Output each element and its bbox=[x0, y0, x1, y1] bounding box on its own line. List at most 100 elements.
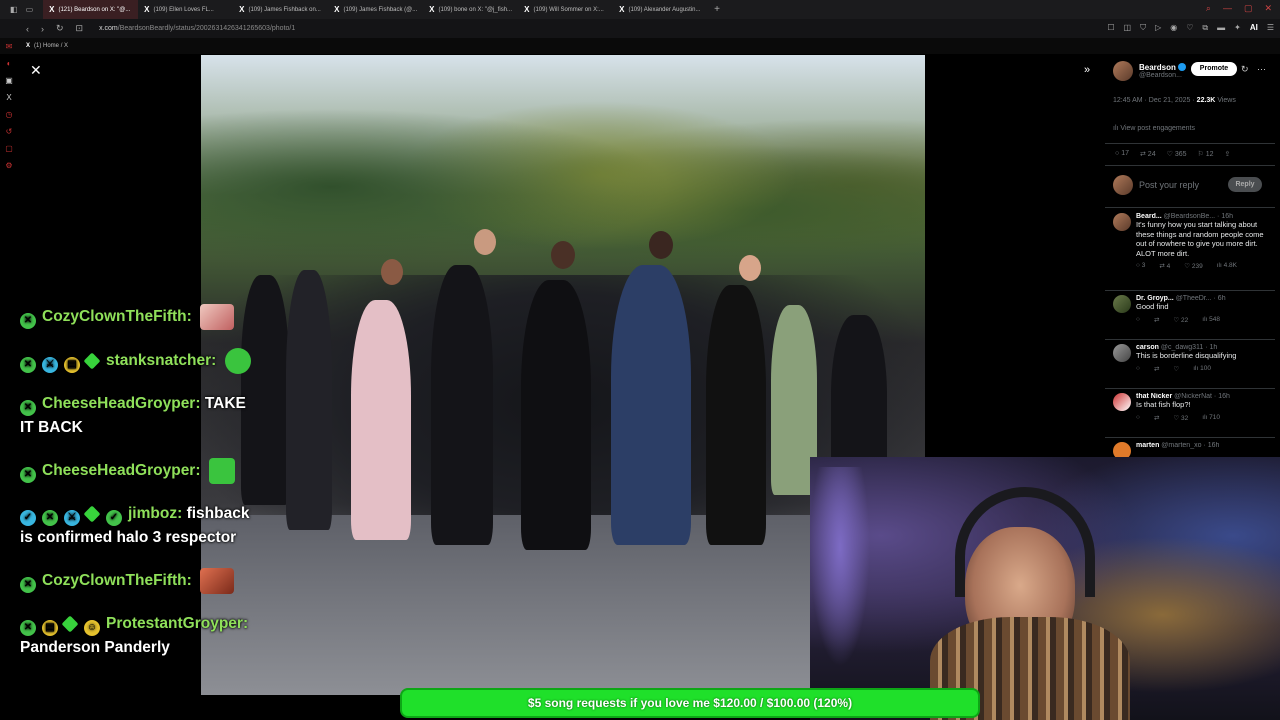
chat-user: CozyClownTheFifth: bbox=[42, 308, 192, 326]
tab-1[interactable]: X (121) Beardson on X: "@... bbox=[43, 0, 139, 19]
extension-toolbar: ☐ ◫ ⛉ ▷ ◉ ♡ ⧉ ▬ ✦ AI ☰ bbox=[1107, 23, 1274, 33]
avatar[interactable] bbox=[1113, 61, 1133, 81]
chat-message: ✓ ✕ ⚔ ✓ jimboz: fishback is confirmed halo 3… bbox=[20, 502, 260, 550]
messenger-icon[interactable]: ◐ bbox=[7, 59, 12, 68]
like-action[interactable]: ♡ bbox=[1173, 365, 1179, 373]
reply-item[interactable]: Beard... @BeardsonBe... · 16h It's funny… bbox=[1113, 213, 1271, 270]
like-action[interactable]: ♡ 239 bbox=[1184, 262, 1203, 270]
camera-icon[interactable]: ◉ bbox=[1170, 23, 1177, 33]
emote-icon bbox=[200, 304, 235, 330]
ai-button[interactable]: AI bbox=[1250, 23, 1258, 33]
reply-action[interactable]: ○ bbox=[1136, 414, 1140, 422]
tab-4[interactable]: X (109) James Fishback (@... bbox=[328, 0, 423, 19]
forward-icon[interactable]: › bbox=[41, 24, 44, 34]
like-action[interactable]: ♡ 365 bbox=[1167, 150, 1187, 158]
heart-icon[interactable]: ♡ bbox=[1186, 23, 1193, 33]
vpn-icon[interactable]: ▬ bbox=[1217, 23, 1225, 33]
settings-icon[interactable]: ⚙ bbox=[5, 161, 12, 170]
views-action[interactable]: ılı 548 bbox=[1202, 316, 1220, 324]
repost-action[interactable]: ⇄ 24 bbox=[1140, 150, 1156, 158]
reply-action[interactable]: ○ 17 bbox=[1115, 150, 1129, 158]
url-path: /BeardsonBeardly/status/2002631426341265… bbox=[117, 25, 296, 32]
play-icon[interactable]: ▷ bbox=[1155, 23, 1161, 33]
reply-item[interactable]: that Nicker @NickerNat · 16h Is that fis… bbox=[1113, 393, 1271, 422]
repost-action[interactable]: ⇄ bbox=[1154, 316, 1159, 324]
tab-5[interactable]: X (109) bone on X: "@j_fish... bbox=[423, 0, 518, 19]
shield-icon[interactable]: ⛉ bbox=[1140, 23, 1146, 33]
tab-label: (109) Ellen Loves FL... bbox=[153, 6, 214, 13]
close-window-icon[interactable]: ✕ bbox=[1264, 3, 1272, 14]
url-field[interactable]: x.com/BeardsonBeardly/status/20026314263… bbox=[99, 25, 295, 32]
share-icon[interactable]: ⇪ bbox=[1225, 150, 1231, 158]
repost-action[interactable]: ⇄ 4 bbox=[1159, 262, 1170, 270]
search-icon[interactable]: ⌕ bbox=[1206, 3, 1211, 14]
more-icon[interactable]: ⋯ bbox=[1257, 64, 1266, 75]
views-action[interactable]: ılı 4.8K bbox=[1217, 262, 1237, 270]
promote-button[interactable]: Promote bbox=[1191, 62, 1237, 76]
divider bbox=[1105, 339, 1275, 340]
photo-person bbox=[431, 265, 493, 545]
divider bbox=[1105, 207, 1275, 208]
maximize-icon[interactable]: ▢ bbox=[1244, 3, 1253, 14]
bookmark-page-icon[interactable]: ☐ bbox=[1107, 23, 1114, 33]
x-logo-icon[interactable]: X bbox=[6, 93, 11, 102]
close-icon[interactable]: ✕ bbox=[30, 62, 42, 79]
tab-menu-icon[interactable]: ▭ bbox=[26, 5, 34, 14]
new-tab-icon[interactable]: + bbox=[714, 4, 720, 15]
tab-label: (121) Beardson on X: "@... bbox=[58, 6, 131, 13]
reply-action[interactable]: ○ 3 bbox=[1136, 262, 1145, 270]
tab-6[interactable]: X (109) Will Sommer on X:... bbox=[518, 0, 613, 19]
views-action[interactable]: ılı 100 bbox=[1193, 365, 1211, 373]
menu-icon[interactable]: ☰ bbox=[1267, 23, 1274, 33]
chat-user: CheeseHeadGroyper: bbox=[42, 462, 201, 480]
tab-3[interactable]: X (109) James Fishback on... bbox=[233, 0, 328, 19]
reply-composer[interactable]: Post your reply bbox=[1113, 175, 1199, 195]
photo-person bbox=[611, 265, 691, 545]
bookmark-action[interactable]: ⚐ 12 bbox=[1198, 150, 1214, 158]
reply-action[interactable]: ○ bbox=[1136, 365, 1140, 373]
reply-button[interactable]: Reply bbox=[1228, 177, 1262, 192]
views-action[interactable]: ılı 710 bbox=[1202, 414, 1220, 422]
mail-icon[interactable]: ✉ bbox=[6, 42, 13, 51]
tab-7[interactable]: X (109) Alexander Augustin... bbox=[613, 0, 708, 19]
bookmarks-bar: X (1) Home / X bbox=[0, 38, 1280, 54]
avatar bbox=[1113, 213, 1131, 231]
box-icon[interactable]: ▢ bbox=[5, 144, 13, 153]
sparkle-icon[interactable]: ✦ bbox=[1234, 23, 1241, 33]
chat-message: ✕ CheeseHeadGroyper: TAKE IT BACK bbox=[20, 392, 260, 440]
workspace-icon[interactable]: ◧ bbox=[10, 5, 18, 14]
tab-2[interactable]: X (109) Ellen Loves FL... bbox=[138, 0, 233, 19]
reply-action[interactable]: ○ bbox=[1136, 316, 1140, 324]
tab-label: (109) James Fishback on... bbox=[248, 6, 321, 13]
reply-input[interactable]: Post your reply bbox=[1139, 180, 1199, 190]
badge-icon: ✕ bbox=[20, 400, 36, 416]
post-author[interactable]: Beardson @Beardson... bbox=[1113, 61, 1186, 81]
reply-text: Is that fish flop?! bbox=[1136, 400, 1191, 409]
history-icon[interactable]: ↺ bbox=[6, 127, 13, 136]
like-action[interactable]: ♡ 22 bbox=[1173, 316, 1188, 324]
back-icon[interactable]: ‹ bbox=[26, 24, 29, 34]
photo-head bbox=[551, 241, 575, 269]
bookmark-home[interactable]: (1) Home / X bbox=[34, 43, 68, 49]
minimize-icon[interactable]: — bbox=[1223, 3, 1232, 14]
like-action[interactable]: ♡ 32 bbox=[1173, 414, 1188, 422]
screenshot-icon[interactable]: ◫ bbox=[1124, 23, 1132, 33]
reload-icon[interactable]: ↻ bbox=[56, 23, 64, 34]
repost-action[interactable]: ⇄ bbox=[1154, 414, 1159, 422]
clock-icon[interactable]: ◷ bbox=[6, 110, 13, 119]
reply-item[interactable]: Dr. Groyp... @TheeDr... · 6h Good find ○… bbox=[1113, 295, 1271, 324]
site-info-icon[interactable]: ⊡ bbox=[76, 23, 84, 34]
expand-icon[interactable]: » bbox=[1084, 64, 1090, 76]
reply-item[interactable]: carson @c_dawg311 · 1h This is borderlin… bbox=[1113, 344, 1271, 373]
view-engagements-link[interactable]: ılı View post engagements bbox=[1113, 125, 1195, 132]
extensions-icon[interactable]: ⧉ bbox=[1202, 23, 1208, 33]
chat-user: CozyClownTheFifth: bbox=[42, 572, 192, 590]
url-host: x.com bbox=[99, 25, 118, 32]
twitch-icon[interactable]: ▣ bbox=[5, 76, 13, 85]
badge-icon: ✕ bbox=[20, 357, 36, 374]
refresh-icon[interactable]: ↻ bbox=[1241, 64, 1249, 75]
repost-action[interactable]: ⇄ bbox=[1154, 365, 1159, 373]
author-handle: @Beardson... bbox=[1139, 72, 1182, 79]
badge-icon: ✕ bbox=[20, 313, 36, 330]
gift-badge-icon: ▤ bbox=[64, 357, 80, 374]
